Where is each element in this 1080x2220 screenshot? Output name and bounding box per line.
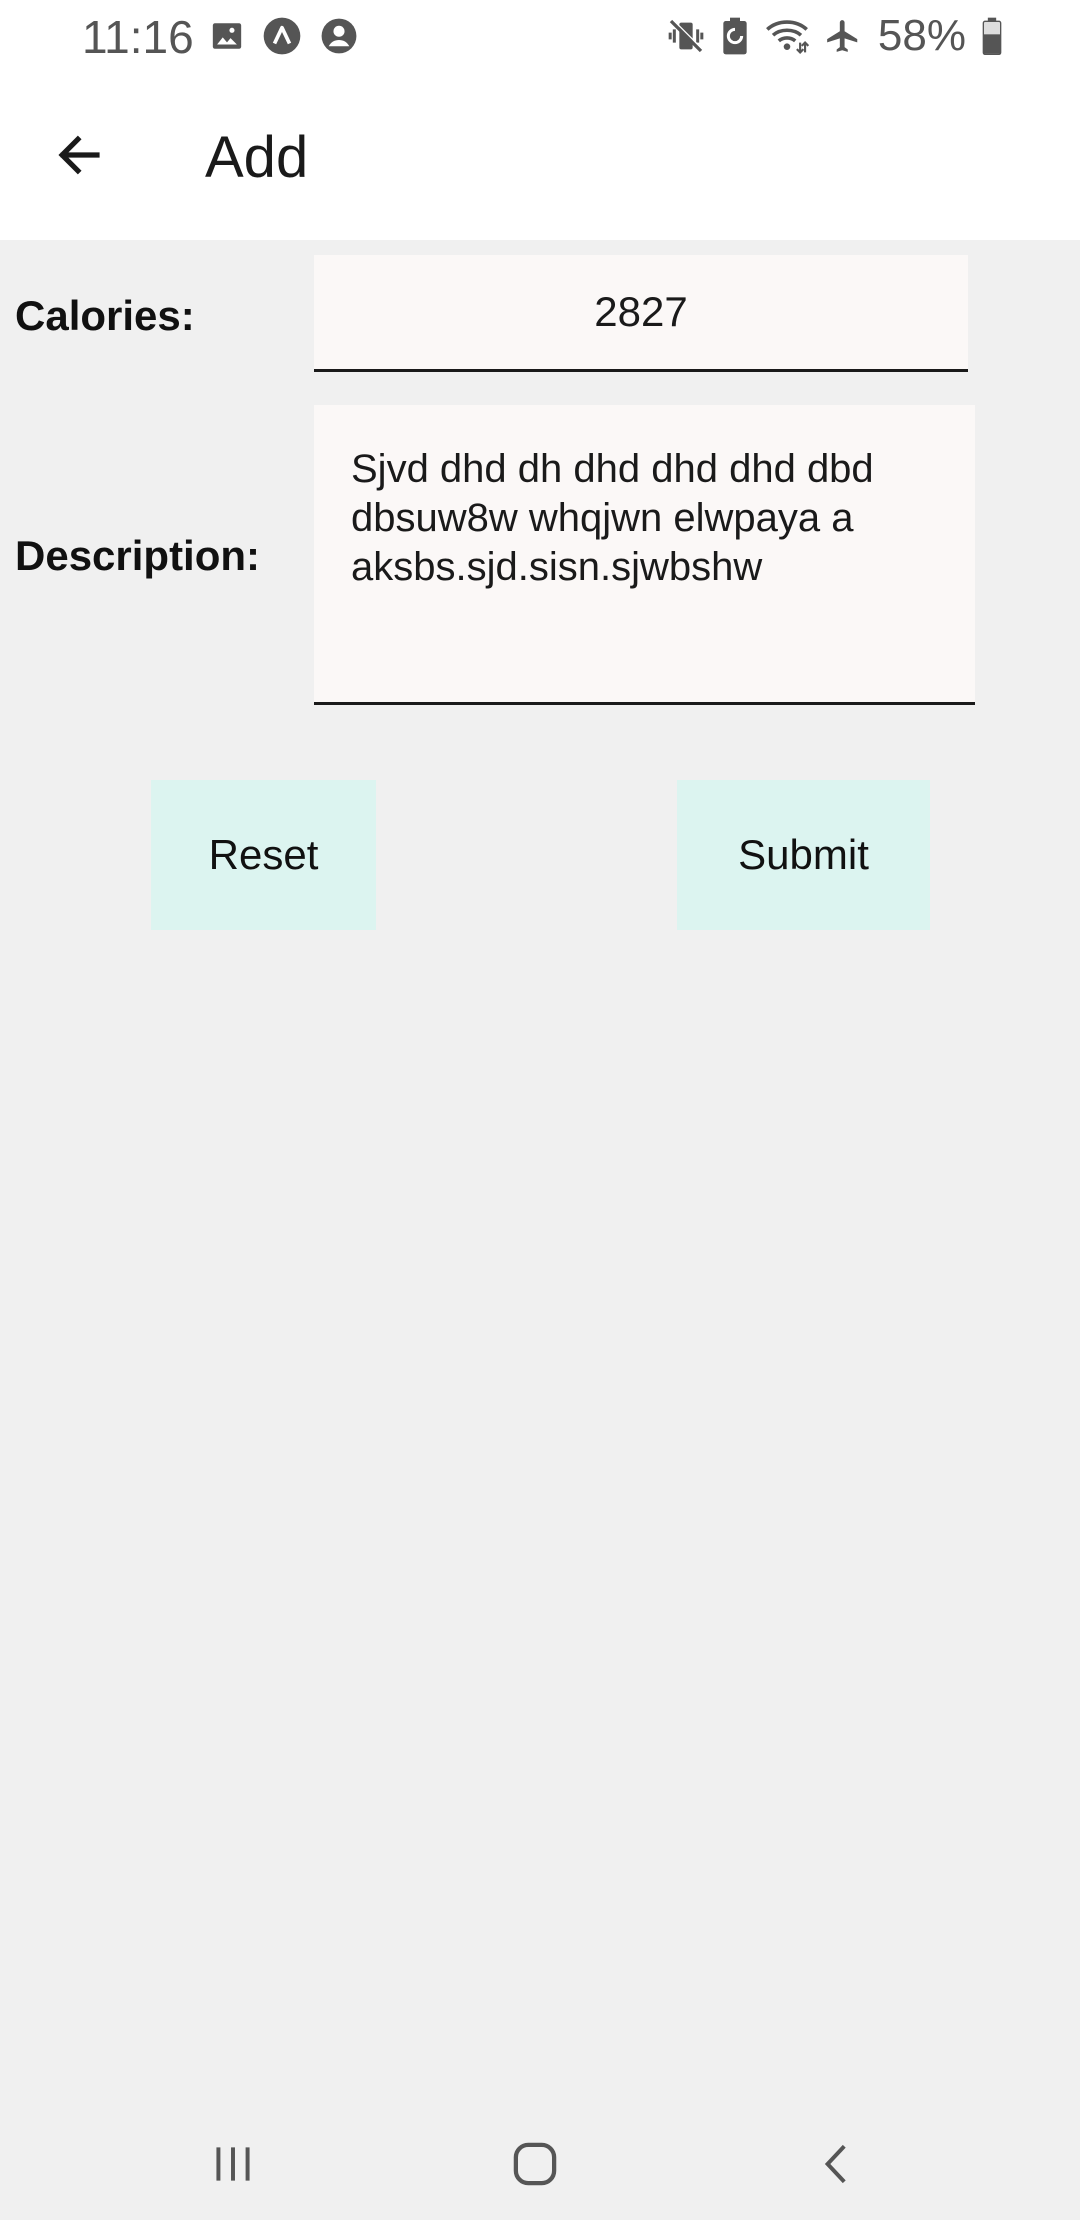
airplane-mode-icon bbox=[824, 17, 862, 55]
status-left-icons bbox=[210, 16, 358, 56]
submit-button[interactable]: Submit bbox=[677, 780, 930, 930]
navigation-bar bbox=[0, 2090, 1080, 2220]
status-bar: 11:16 58% bbox=[0, 0, 1080, 72]
page-title: Add bbox=[205, 125, 309, 190]
home-icon bbox=[508, 2137, 562, 2191]
description-label: Description: bbox=[15, 532, 261, 579]
status-right-icons: 58% bbox=[666, 11, 1004, 60]
description-input[interactable]: Sjvd dhd dh dhd dhd dhd dbd dbsuw8w whqj… bbox=[314, 405, 975, 705]
app-bar: Add bbox=[0, 72, 1080, 240]
back-button[interactable] bbox=[40, 116, 118, 194]
home-button[interactable] bbox=[495, 2124, 575, 2204]
calories-label: Calories: bbox=[15, 292, 195, 339]
back-icon bbox=[813, 2139, 863, 2189]
status-time: 11:16 bbox=[82, 11, 194, 63]
battery-percent: 58% bbox=[877, 11, 966, 60]
recents-icon bbox=[208, 2139, 258, 2189]
battery-saver-icon bbox=[720, 16, 750, 56]
reset-button[interactable]: Reset bbox=[151, 780, 376, 930]
battery-icon bbox=[980, 16, 1004, 56]
vibrate-mute-icon bbox=[666, 16, 706, 56]
account-icon bbox=[320, 17, 358, 55]
app-notification-icon bbox=[262, 16, 302, 56]
arrow-left-icon bbox=[52, 128, 106, 182]
nav-back-button[interactable] bbox=[798, 2124, 878, 2204]
screen: 11:16 58% Add Calories: 2827 Description… bbox=[0, 0, 1080, 2220]
recents-button[interactable] bbox=[193, 2124, 273, 2204]
calories-input[interactable]: 2827 bbox=[314, 255, 968, 372]
gallery-icon bbox=[210, 19, 244, 53]
wifi-icon bbox=[764, 16, 810, 56]
